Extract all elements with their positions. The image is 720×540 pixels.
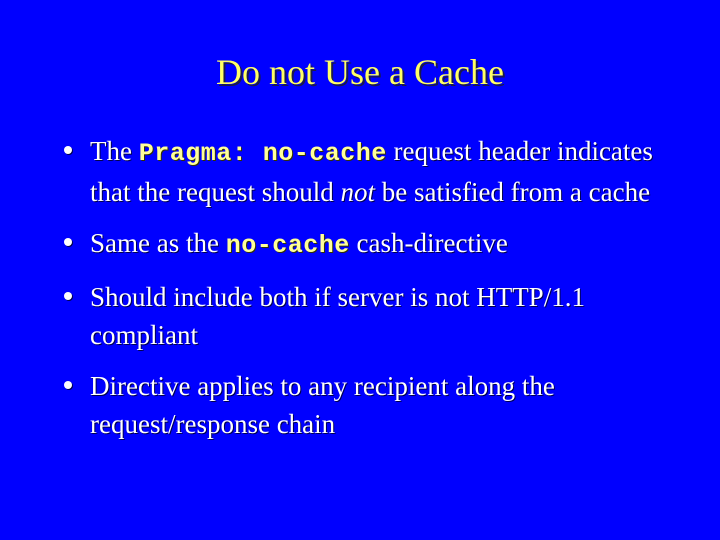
slide-canvas: Do not Use a Cache The Pragma: no-cache … xyxy=(0,0,720,540)
page-title: Do not Use a Cache xyxy=(216,52,504,92)
code-run: no-cache xyxy=(225,231,350,260)
text-run: be satisfied from a cache xyxy=(374,177,651,207)
text-run: The xyxy=(90,136,139,166)
code-run: Pragma: no-cache xyxy=(138,139,387,168)
emphasis-run: not xyxy=(340,177,375,207)
list-item-text: Same as the no-cache cash-directive xyxy=(90,224,672,265)
bullet-marker-icon xyxy=(64,146,72,154)
list-item-text: The Pragma: no-cache request header indi… xyxy=(90,132,672,211)
text-run: Should include both if server is not HTT… xyxy=(90,282,585,350)
list-item-text: Should include both if server is not HTT… xyxy=(90,278,672,354)
list-item: The Pragma: no-cache request header indi… xyxy=(56,132,672,211)
bullet-marker-icon xyxy=(64,292,72,300)
text-run: Directive applies to any recipient along… xyxy=(90,371,555,439)
text-run: Same as the xyxy=(90,228,226,258)
bullet-marker-icon xyxy=(64,238,72,246)
text-run: cash-directive xyxy=(349,228,508,258)
list-item: Should include both if server is not HTT… xyxy=(56,278,672,354)
list-item: Directive applies to any recipient along… xyxy=(56,367,672,443)
bullet-marker-icon xyxy=(64,381,72,389)
list-item: Same as the no-cache cash-directive xyxy=(56,224,672,265)
list-item-text: Directive applies to any recipient along… xyxy=(90,367,672,443)
bullet-list: The Pragma: no-cache request header indi… xyxy=(56,132,672,443)
